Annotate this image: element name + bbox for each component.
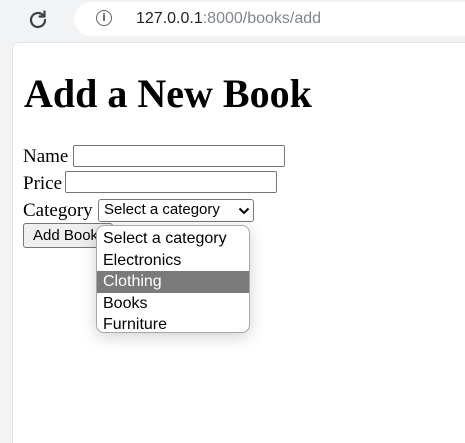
price-input[interactable] <box>65 171 277 193</box>
option-books[interactable]: Books <box>97 293 249 315</box>
chevron-down-icon <box>238 207 250 215</box>
name-input[interactable] <box>73 145 285 167</box>
option-select-a-category[interactable]: Select a category <box>97 228 249 250</box>
site-info-icon[interactable]: i <box>96 10 112 26</box>
category-selected-value: Select a category <box>104 201 220 218</box>
option-clothing[interactable]: Clothing <box>97 271 249 293</box>
url-text[interactable]: 127.0.0.1:8000/books/add <box>136 9 321 29</box>
address-bar[interactable]: i 127.0.0.1:8000/books/add <box>74 2 465 36</box>
price-label: Price <box>23 173 63 194</box>
browser-toolbar: i 127.0.0.1:8000/books/add <box>0 0 465 40</box>
page-title: Add a New Book <box>24 71 312 116</box>
url-path: :8000/books/add <box>202 10 322 27</box>
price-row: Price <box>23 172 62 196</box>
reload-icon[interactable] <box>26 8 50 32</box>
category-select[interactable]: Select a category <box>98 199 254 222</box>
name-row: Name <box>23 145 68 169</box>
name-label: Name <box>23 146 69 167</box>
category-label: Category <box>23 200 93 221</box>
option-furniture[interactable]: Furniture <box>97 314 249 332</box>
category-row: Category <box>23 199 93 223</box>
category-dropdown-list: Select a category Electronics Clothing B… <box>96 225 250 333</box>
option-electronics[interactable]: Electronics <box>97 250 249 272</box>
url-host: 127.0.0.1 <box>136 10 203 27</box>
